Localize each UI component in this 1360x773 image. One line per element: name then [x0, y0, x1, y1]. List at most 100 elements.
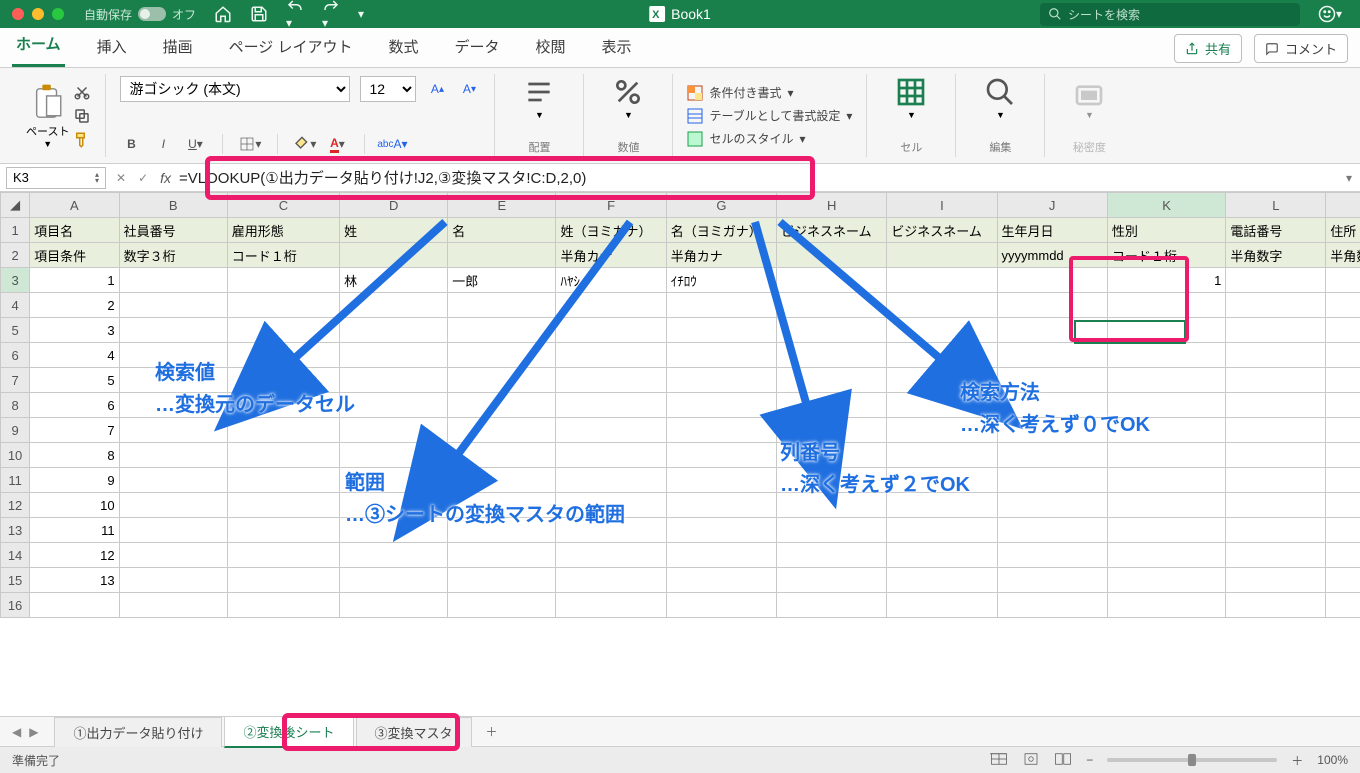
row-header[interactable]: 15 [1, 568, 30, 593]
cell[interactable] [1107, 318, 1226, 343]
account-icon[interactable]: ▾ [1318, 5, 1342, 23]
cell[interactable] [666, 468, 776, 493]
sheet-tab-3[interactable]: ③変換マスタ [356, 717, 472, 747]
cell[interactable] [1107, 593, 1226, 618]
cell[interactable]: 5 [30, 368, 119, 393]
cell[interactable] [556, 393, 666, 418]
cell[interactable] [119, 468, 227, 493]
cell[interactable]: 姓 [340, 218, 448, 243]
cell[interactable] [666, 443, 776, 468]
cell[interactable] [1326, 293, 1360, 318]
close-window-icon[interactable] [12, 8, 24, 20]
cell[interactable]: 13 [30, 568, 119, 593]
cell[interactable] [887, 518, 997, 543]
cell[interactable] [777, 593, 887, 618]
col-L[interactable]: L [1226, 193, 1326, 218]
cell[interactable]: 項目名 [30, 218, 119, 243]
cell[interactable] [666, 418, 776, 443]
cell[interactable] [227, 568, 339, 593]
row-header[interactable]: 12 [1, 493, 30, 518]
cell[interactable] [887, 243, 997, 268]
cell[interactable]: 雇用形態 [227, 218, 339, 243]
cell[interactable]: 名（ヨミガナ） [666, 218, 776, 243]
paste-dropdown-icon[interactable]: ▼ [43, 139, 52, 149]
row-header[interactable]: 4 [1, 293, 30, 318]
cell[interactable] [448, 593, 556, 618]
col-J[interactable]: J [997, 193, 1107, 218]
cell[interactable] [340, 568, 448, 593]
cell[interactable] [227, 293, 339, 318]
cell[interactable] [1226, 343, 1326, 368]
row-header[interactable]: 11 [1, 468, 30, 493]
cell[interactable] [997, 443, 1107, 468]
cell[interactable] [777, 568, 887, 593]
home-icon[interactable] [214, 5, 232, 23]
cell[interactable] [887, 568, 997, 593]
cell[interactable]: 3 [30, 318, 119, 343]
cell[interactable] [448, 568, 556, 593]
cell[interactable] [666, 543, 776, 568]
cell[interactable] [666, 593, 776, 618]
cell[interactable] [1326, 493, 1360, 518]
cell[interactable] [1226, 293, 1326, 318]
cell[interactable]: 数字３桁 [119, 243, 227, 268]
cell[interactable] [556, 418, 666, 443]
cell[interactable] [777, 293, 887, 318]
cell[interactable] [227, 268, 339, 293]
cell[interactable] [119, 568, 227, 593]
cell[interactable]: コード１桁 [227, 243, 339, 268]
cell[interactable] [340, 393, 448, 418]
share-button[interactable]: 共有 [1174, 34, 1242, 63]
cell[interactable] [887, 543, 997, 568]
col-K[interactable]: K [1107, 193, 1226, 218]
cell[interactable] [448, 543, 556, 568]
cell[interactable]: 10 [30, 493, 119, 518]
cell[interactable] [119, 443, 227, 468]
cell[interactable] [227, 318, 339, 343]
cell[interactable]: ビジネスネーム [777, 218, 887, 243]
view-normal-icon[interactable] [990, 752, 1008, 769]
select-all-corner[interactable]: ◢ [1, 193, 30, 218]
col-C[interactable]: C [227, 193, 339, 218]
cell[interactable] [777, 393, 887, 418]
cell[interactable] [1226, 318, 1326, 343]
cell[interactable] [1226, 418, 1326, 443]
tab-data[interactable]: データ [450, 28, 503, 67]
decrease-font-icon[interactable]: A▾ [458, 78, 480, 100]
cell[interactable] [1326, 568, 1360, 593]
cell[interactable] [1326, 368, 1360, 393]
cell[interactable] [1226, 543, 1326, 568]
row-header[interactable]: 10 [1, 443, 30, 468]
cell[interactable] [997, 593, 1107, 618]
cell[interactable] [448, 243, 556, 268]
row-header[interactable]: 13 [1, 518, 30, 543]
paste-button[interactable]: ペースト ▼ [26, 83, 69, 149]
cell[interactable] [1226, 268, 1326, 293]
cell[interactable] [556, 368, 666, 393]
cell[interactable] [340, 543, 448, 568]
cell[interactable] [448, 318, 556, 343]
zoom-in-button[interactable]: ＋ [1291, 752, 1303, 769]
underline-button[interactable]: U▾ [184, 133, 206, 155]
row-header[interactable]: 7 [1, 368, 30, 393]
find-icon[interactable] [984, 76, 1016, 108]
cell[interactable] [997, 568, 1107, 593]
cell[interactable] [997, 468, 1107, 493]
cell[interactable]: 半角カナ [556, 243, 666, 268]
cell[interactable]: 7 [30, 418, 119, 443]
cell[interactable]: yyyymmdd [997, 243, 1107, 268]
cell[interactable] [119, 418, 227, 443]
col-G[interactable]: G [666, 193, 776, 218]
cell[interactable] [1326, 418, 1360, 443]
expand-formula-bar-icon[interactable]: ▾ [1346, 171, 1352, 185]
col-B[interactable]: B [119, 193, 227, 218]
cell[interactable] [1107, 468, 1226, 493]
cell[interactable] [1107, 568, 1226, 593]
cell[interactable] [1107, 518, 1226, 543]
cell[interactable] [887, 593, 997, 618]
autosave-toggle[interactable]: 自動保存 オフ [84, 6, 196, 23]
cell[interactable]: 2 [30, 293, 119, 318]
cell-K3[interactable]: 1 [1107, 268, 1226, 293]
col-F[interactable]: F [556, 193, 666, 218]
cell[interactable]: 林 [340, 268, 448, 293]
